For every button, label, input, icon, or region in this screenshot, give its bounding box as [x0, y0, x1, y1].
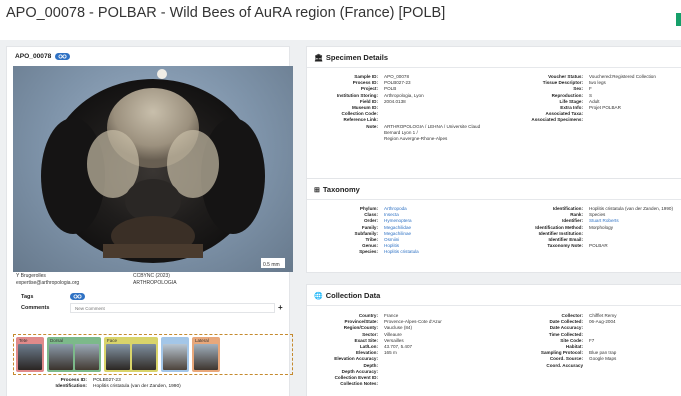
field-value: Morphology	[589, 224, 614, 230]
field-row: Collection Notes:	[307, 381, 442, 387]
field-value: 06-Aug-2004	[589, 319, 616, 325]
globe-icon: 🌐	[314, 292, 323, 300]
image-thumbnail-strip: Tete Dorsal Face Lateral	[13, 334, 293, 375]
taxonomy-heading: ⊞ Taxonomy	[314, 185, 360, 194]
comments-label: Comments	[21, 305, 50, 311]
field-label: Taxonomy Note:	[547, 243, 583, 249]
field-label: Identification:	[55, 384, 87, 389]
add-tag-button[interactable]	[70, 293, 85, 300]
taxonomy-panel: ⊞ Taxonomy Phylum: Arthropoda Class: Insec…	[306, 178, 681, 273]
thumbnail[interactable]	[163, 344, 187, 370]
thumb-group-extra	[161, 337, 189, 372]
field-row: Species: Hoplitis cristatula	[307, 249, 419, 255]
specimen-summary: Process ID: POLB027-23 Identification: H…	[13, 378, 293, 390]
taxon-link[interactable]: Hoplitis cristatula	[384, 249, 419, 255]
field-row: Region Auvergne-Rhone-Alpes	[307, 136, 480, 142]
bank-icon: 🏛	[314, 54, 323, 62]
field-row: Taxonomy Note: POLBAR	[487, 243, 673, 249]
field-label: Collection Notes:	[340, 381, 378, 387]
specimen-details-left: Sample ID: APO_00078 Process ID: POLB027-2…	[307, 74, 480, 142]
specimen-details-heading: 🏛 Specimen Details	[314, 53, 388, 62]
field-label: Tete	[19, 338, 28, 343]
new-comment-input[interactable]	[70, 303, 275, 313]
field-value: Collection Data	[325, 291, 381, 300]
field-label: Face	[107, 338, 118, 343]
thumb-group-tete: Tete	[16, 337, 44, 372]
side-tab[interactable]	[676, 13, 681, 26]
divider	[307, 67, 681, 68]
field-label: Lateral	[195, 338, 209, 343]
license: CCBYNC (2023)	[133, 273, 170, 279]
thumb-group-lateral: Lateral	[192, 337, 220, 372]
thumbnail[interactable]	[106, 344, 130, 370]
tags-label: Tags	[21, 294, 34, 300]
field-value: Specimen Details	[325, 53, 388, 62]
contact-email: expertise@arthropologia.org	[16, 280, 80, 286]
collection-data-panel: 🌐 Collection Data Country: France Provinc…	[306, 284, 681, 396]
identification-value: Hoplitis cristatula (van der Zanden, 199…	[93, 384, 181, 389]
field-value: Region Auvergne-Rhone-Alpes	[384, 136, 448, 142]
photographer: Y Brugerolles	[16, 273, 46, 279]
sitemap-icon: ⊞	[314, 186, 320, 194]
taxonomy-left: Phylum: Arthropoda Class: Insecta Order: Hy…	[307, 206, 419, 256]
field-label: Coord. Accuracy	[546, 362, 583, 368]
collection-data-left: Country: France Province/State: Provence-A…	[307, 313, 442, 387]
divider	[307, 305, 681, 306]
collection-data-right: Collector: Chifflet Remy Date Collected: 0…	[487, 313, 617, 369]
field-label: Associated Specimens:	[531, 117, 583, 123]
specimen-photo[interactable]: 0.5 mm	[13, 66, 293, 272]
field-value: Projet POLBAR	[589, 105, 621, 111]
add-comment-button[interactable]: +	[278, 303, 283, 312]
photo-credits: Y Brugerolles CCBYNC (2023) expertise@ar…	[16, 273, 276, 287]
field-value: 165 m	[384, 350, 397, 356]
field-label	[307, 136, 384, 142]
specimen-card: APO_00078 0.5 mm Y Brugerolles CCBYNC (2…	[6, 46, 293, 396]
link-icon	[58, 54, 67, 59]
specimen-details-right: Voucher Status: Vouchered:Registered Coll…	[487, 74, 656, 124]
taxonomy-right: Identification: Hoplitis cristatula (van …	[487, 206, 673, 249]
share-button[interactable]	[55, 53, 71, 60]
thumbnail[interactable]	[18, 344, 42, 370]
specimen-details-panel: 🏛 Specimen Details Sample ID: APO_00078 P…	[306, 46, 681, 180]
field-row: Associated Specimens:	[487, 117, 656, 123]
specimen-id: APO_00078	[15, 53, 52, 60]
thumb-group-face: Face	[104, 337, 158, 372]
field-row: Coord. Accuracy	[487, 363, 617, 369]
collection-data-heading: 🌐 Collection Data	[314, 291, 380, 300]
field-value: POLBAR	[589, 243, 608, 249]
thumbnail[interactable]	[75, 344, 99, 370]
thumbnail[interactable]	[132, 344, 156, 370]
top-bar: APO_00078 - POLBAR - Wild Bees of AuRA r…	[0, 0, 681, 40]
field-label: Species:	[359, 249, 378, 255]
divider	[307, 199, 681, 200]
field-value: Google Maps	[589, 356, 617, 362]
thumbnail[interactable]	[49, 344, 73, 370]
page-title: APO_00078 - POLBAR - Wild Bees of AuRA r…	[6, 5, 446, 21]
license-holder: ARTHROPOLOGIA	[133, 280, 177, 286]
scale-bar-label: 0.5 mm	[263, 262, 280, 268]
link-icon	[73, 294, 82, 299]
specimen-card-header: APO_00078	[15, 53, 71, 60]
thumb-group-dorsal: Dorsal	[47, 337, 101, 372]
bee-head-image: 0.5 mm	[41, 69, 285, 268]
field-value: Taxonomy	[322, 185, 360, 194]
thumbnail[interactable]	[194, 344, 218, 370]
field-value: 2004.0138	[384, 98, 406, 104]
field-value: F7	[589, 337, 595, 343]
field-row: Identification: Hoplitis cristatula (van…	[13, 384, 293, 390]
field-label: Dorsal	[50, 338, 64, 343]
